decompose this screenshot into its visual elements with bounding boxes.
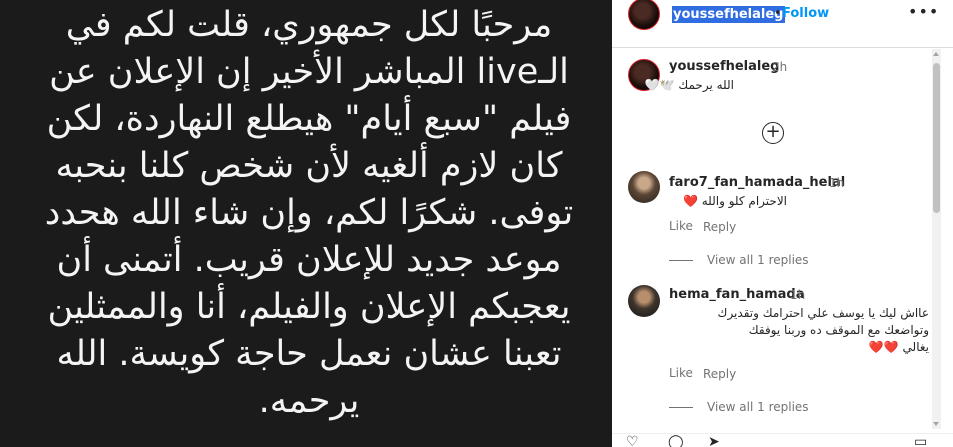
comment-reply-button[interactable]: Reply [703, 367, 736, 381]
comment-icon[interactable]: ◯ [668, 435, 684, 447]
comment-text: عااش ليك يا يوسف علي احترامك وتقديرك وتو… [718, 305, 929, 356]
comment-like-button[interactable]: Like [669, 219, 693, 233]
heart-icon[interactable]: ♡ [626, 435, 639, 447]
comment-username[interactable]: faro7_fan_hamada_helal [669, 175, 845, 190]
author-username[interactable]: youssefhelaleg [672, 6, 785, 23]
story-text: مرحبًا لكل جمهوري، قلت لكم في الـlive ال… [24, 2, 594, 425]
comment-time: 1h [790, 288, 806, 302]
story-image: مرحبًا لكل جمهوري، قلت لكم في الـlive ال… [0, 0, 612, 447]
scroll-up-icon[interactable] [933, 52, 939, 56]
caption-text: الله يرحمك 🕊️🤍 [644, 78, 734, 92]
comment-text: الاحترام كلو والله ❤️ [682, 194, 787, 208]
scroll-down-icon[interactable] [933, 422, 939, 426]
author-avatar[interactable] [628, 0, 660, 30]
story-line: توفى. شكرًا لكم، وإن شاء الله هحدد [44, 193, 574, 233]
post-action-bar: ♡ ◯ ➤ ▭ [612, 433, 953, 447]
commenter-avatar[interactable] [628, 171, 660, 203]
view-replies-label: View all 1 replies [707, 400, 809, 414]
more-horizontal-icon[interactable]: ••• [908, 2, 939, 21]
plus-circle-icon[interactable]: + [762, 122, 784, 144]
comment-time: 1h [829, 176, 845, 190]
caption-username[interactable]: youssefhelaleg [669, 59, 780, 74]
story-line: الـlive المباشر الأخير إن الإعلان عن [49, 52, 569, 92]
comment-text-line: وتواضعك مع الموقف ده وربنا يوفقك [748, 323, 929, 337]
story-line: كان لازم ألغيه لأن شخص كلنا بنحبه [55, 146, 563, 186]
post-side-panel: youssefhelaleg • Follow ••• youssefhelal… [612, 0, 953, 447]
comment-like-button[interactable]: Like [669, 366, 693, 380]
comment-text-line: يغالي ❤️❤️ [868, 340, 929, 354]
comments-scrollbar[interactable] [932, 49, 941, 429]
separator-dot: • [774, 6, 782, 21]
commenter-avatar[interactable] [628, 285, 660, 317]
bookmark-icon[interactable]: ▭ [914, 435, 927, 447]
post-header: youssefhelaleg • Follow ••• [612, 0, 953, 48]
comment-username[interactable]: hema_fan_hamada [669, 287, 805, 302]
divider-line [669, 260, 693, 261]
view-replies-button[interactable]: View all 1 replies [669, 400, 809, 414]
share-icon[interactable]: ➤ [708, 435, 720, 447]
comment-text-line: عااش ليك يا يوسف علي احترامك وتقديرك [717, 306, 929, 320]
story-line: تعبنا عشان نعمل حاجة كويسة. الله [56, 334, 562, 374]
story-line: فيلم "سبع أيام" هيطلع النهاردة، لكن [46, 99, 572, 139]
comments-list[interactable]: youssefhelaleg 2h الله يرحمك 🕊️🤍 + faro7… [612, 49, 953, 433]
comment-reply-button[interactable]: Reply [703, 220, 736, 234]
divider-line [669, 407, 693, 408]
scrollbar-thumb[interactable] [933, 63, 940, 213]
story-line: يرحمه. [258, 381, 360, 421]
view-replies-label: View all 1 replies [707, 253, 809, 267]
view-replies-button[interactable]: View all 1 replies [669, 253, 809, 267]
story-line: موعد جديد للإعلان قريب. أتمنى أن [56, 240, 562, 280]
story-line: يعجبكم الإعلان والفيلم، أنا والممثلين [47, 287, 571, 327]
follow-button[interactable]: Follow [782, 6, 829, 21]
story-line: مرحبًا لكل جمهوري، قلت لكم في [65, 5, 553, 45]
caption-time: 2h [772, 60, 788, 74]
